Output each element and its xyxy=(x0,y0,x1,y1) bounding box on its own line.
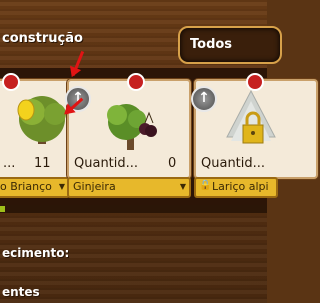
item-name: Lariço alpi xyxy=(212,180,269,193)
upgrade-button[interactable]: ↑ xyxy=(191,86,217,112)
section-label: ecimento: xyxy=(2,246,70,260)
chevron-down-icon: ▼ xyxy=(179,182,186,191)
progress-bar xyxy=(0,205,267,213)
page-title: construção xyxy=(2,31,83,46)
chevron-down-icon: ▼ xyxy=(58,182,65,191)
item-name: o Brianço xyxy=(0,180,52,193)
item-nameplate[interactable]: o Brianço ▼ xyxy=(0,177,70,198)
lock-icon: 🔒 xyxy=(199,180,212,191)
section-label: entes xyxy=(2,285,40,299)
filter-label: Todos xyxy=(190,37,233,52)
filter-dropdown[interactable]: Todos xyxy=(178,26,282,64)
item-count: 11 xyxy=(34,156,51,171)
progress-fill xyxy=(0,206,6,212)
item-nameplate[interactable]: Lariço alpi 🔒 xyxy=(194,177,278,198)
item-name: Ginjeira xyxy=(73,180,116,193)
item-nameplate[interactable]: Ginjeira ▼ xyxy=(67,177,191,198)
item-count-label: Quantid... xyxy=(74,156,139,171)
item-count: 0 xyxy=(168,156,177,171)
item-count-label: ... xyxy=(3,156,16,171)
item-count-label: Quantid... xyxy=(201,156,266,171)
